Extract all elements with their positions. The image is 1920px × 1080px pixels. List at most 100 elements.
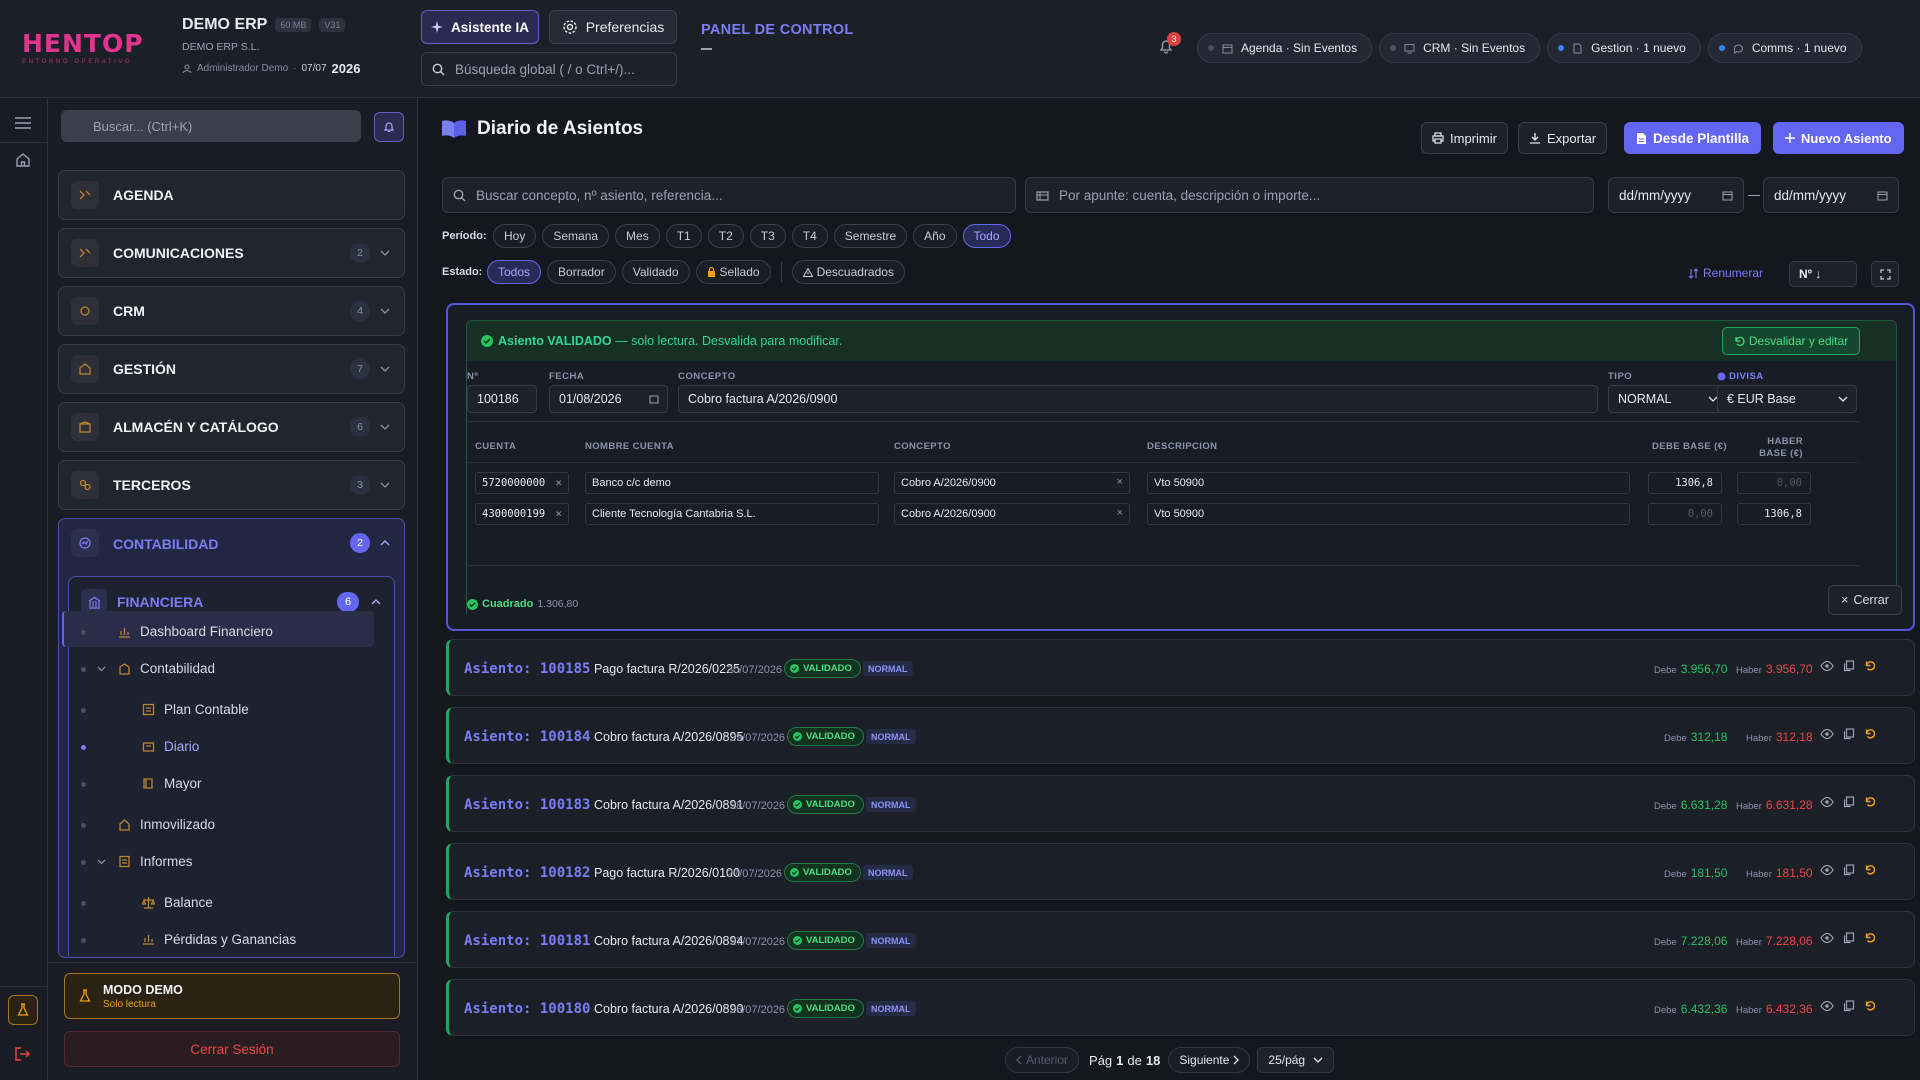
clear-icon[interactable]: ×	[555, 476, 562, 489]
fullscreen-button[interactable]	[1871, 261, 1899, 287]
menu-icon[interactable]	[15, 117, 31, 129]
entry-type-select[interactable]: NORMAL	[1608, 385, 1727, 413]
new-entry-button[interactable]: Nuevo Asiento	[1773, 122, 1904, 154]
undo-icon[interactable]	[1864, 728, 1876, 740]
sidebar-item-agenda[interactable]: AGENDA	[58, 170, 405, 220]
clear-icon[interactable]: ×	[1117, 507, 1123, 519]
ai-assistant-button[interactable]: Asistente IA	[421, 10, 539, 44]
period-chip[interactable]: T4	[791, 224, 828, 248]
clear-icon[interactable]: ×	[555, 507, 562, 520]
tree-item-dashboard-financiero[interactable]: Dashboard Financiero	[81, 624, 381, 639]
sort-select[interactable]: Nº ↓	[1789, 261, 1857, 287]
tree-item-inmovilizado[interactable]: Inmovilizado	[81, 817, 381, 832]
home-icon[interactable]	[15, 152, 31, 168]
date-from-input[interactable]: dd/mm/yyyy	[1608, 177, 1744, 213]
account-name-field[interactable]: Cliente Tecnología Cantabria S.L.	[585, 503, 879, 525]
state-chip-active[interactable]: Todos	[487, 260, 542, 284]
sidebar-item-terceros[interactable]: TERCEROS 3	[58, 460, 405, 510]
eye-icon[interactable]	[1820, 1000, 1834, 1012]
demo-mode-icon[interactable]	[8, 995, 38, 1025]
entry-concept-field[interactable]: Cobro factura A/2026/0900	[678, 385, 1598, 413]
line-concept-field[interactable]: Cobro A/2026/0900 ×	[894, 472, 1130, 494]
undo-icon[interactable]	[1864, 796, 1876, 808]
chip-comms[interactable]: Comms · 1 nuevo	[1707, 33, 1862, 63]
sidebar-search-input[interactable]: Buscar... (Ctrl+K)	[61, 110, 361, 142]
credit-field[interactable]: 1306,8	[1737, 503, 1811, 525]
tree-item-mayor[interactable]: Mayor	[81, 776, 381, 791]
sidebar-item-gestion[interactable]: GESTIÓN 7	[58, 344, 405, 394]
apunte-search-input[interactable]: Por apunte: cuenta, descripción o import…	[1025, 177, 1594, 213]
period-chip-active[interactable]: Todo	[962, 224, 1011, 248]
sidebar-item-crm[interactable]: CRM 4	[58, 286, 405, 336]
state-chip[interactable]: Validado	[621, 260, 690, 284]
chip-gestion[interactable]: Gestion · 1 nuevo	[1547, 33, 1701, 63]
global-search-input[interactable]: Búsqueda global ( / o Ctrl+/)...	[421, 52, 677, 86]
account-field[interactable]: 4300000199 ×	[475, 503, 569, 525]
chip-agenda[interactable]: Agenda · Sin Eventos	[1197, 33, 1373, 63]
panel-title[interactable]: PANEL DE CONTROL	[701, 22, 854, 38]
sidebar-bell-button[interactable]	[374, 112, 404, 142]
period-chip[interactable]: T2	[707, 224, 744, 248]
copy-icon[interactable]	[1843, 864, 1855, 876]
state-chip-descuadrados[interactable]: Descuadrados	[791, 260, 905, 284]
copy-icon[interactable]	[1843, 1000, 1855, 1012]
from-template-button[interactable]: Desde Plantilla	[1624, 122, 1762, 154]
eye-icon[interactable]	[1820, 660, 1834, 672]
undo-icon[interactable]	[1864, 864, 1876, 876]
close-button[interactable]: × Cerrar	[1828, 585, 1902, 615]
entry-number-field[interactable]: 100186	[467, 385, 537, 413]
eye-icon[interactable]	[1820, 932, 1834, 944]
clear-icon[interactable]: ×	[1117, 476, 1123, 488]
debit-field[interactable]: 1306,8	[1648, 472, 1722, 494]
period-chip[interactable]: Hoy	[493, 224, 537, 248]
period-chip[interactable]: Semana	[542, 224, 610, 248]
copy-icon[interactable]	[1843, 660, 1855, 672]
line-description-field[interactable]: Vto 50900	[1147, 472, 1630, 494]
line-description-field[interactable]: Vto 50900	[1147, 503, 1630, 525]
date-to-input[interactable]: dd/mm/yyyy	[1763, 177, 1899, 213]
print-button[interactable]: Imprimir	[1421, 122, 1508, 154]
copy-icon[interactable]	[1843, 932, 1855, 944]
logo[interactable]: HENTOP ENTORNO OPERATIVO	[22, 30, 144, 66]
logout-button[interactable]: Cerrar Sesión	[64, 1031, 400, 1067]
period-chip[interactable]: Semestre	[833, 224, 908, 248]
search-input[interactable]: Buscar concepto, nº asiento, referencia.…	[442, 177, 1016, 213]
tree-item-diario[interactable]: Diario	[81, 739, 381, 754]
renumber-button[interactable]: Renumerar	[1688, 266, 1763, 280]
prev-page-button[interactable]: Anterior	[1005, 1047, 1080, 1073]
copy-icon[interactable]	[1843, 728, 1855, 740]
logout-icon[interactable]	[14, 1046, 31, 1062]
account-field[interactable]: 5720000000 ×	[475, 472, 569, 494]
eye-icon[interactable]	[1820, 796, 1834, 808]
entry-row[interactable]: Asiento: 100181 Cobro factura A/2026/089…	[446, 911, 1915, 968]
tree-item-informes[interactable]: Informes	[81, 854, 381, 869]
entry-row[interactable]: Asiento: 100182 Pago factura R/2026/0100…	[446, 843, 1915, 900]
state-chip[interactable]: Borrador	[547, 260, 616, 284]
eye-icon[interactable]	[1820, 864, 1834, 876]
credit-field[interactable]: 0,00	[1737, 472, 1811, 494]
next-page-button[interactable]: Siguiente	[1168, 1047, 1251, 1073]
entry-row[interactable]: Asiento: 100185 Pago factura R/2026/0225…	[446, 639, 1915, 696]
preferences-button[interactable]: Preferencias	[549, 10, 677, 44]
period-chip[interactable]: T1	[665, 224, 702, 248]
entry-row[interactable]: Asiento: 100184 Cobro factura A/2026/089…	[446, 707, 1915, 764]
eye-icon[interactable]	[1820, 728, 1834, 740]
period-chip[interactable]: Año	[913, 224, 957, 248]
period-chip[interactable]: T3	[749, 224, 786, 248]
entry-row[interactable]: Asiento: 100180 Cobro factura A/2026/089…	[446, 979, 1915, 1036]
state-chip-sellado[interactable]: Sellado	[695, 260, 771, 284]
copy-icon[interactable]	[1843, 796, 1855, 808]
currency-select[interactable]: € EUR Base	[1717, 385, 1857, 413]
line-concept-field[interactable]: Cobro A/2026/0900 ×	[894, 503, 1130, 525]
sidebar-item-almacen[interactable]: ALMACÉN Y CATÁLOGO 6	[58, 402, 405, 452]
entry-row[interactable]: Asiento: 100183 Cobro factura A/2026/089…	[446, 775, 1915, 832]
account-name-field[interactable]: Banco c/c demo	[585, 472, 879, 494]
chip-crm[interactable]: CRM · Sin Eventos	[1379, 33, 1541, 63]
export-button[interactable]: Exportar	[1518, 122, 1608, 154]
entry-date-field[interactable]: 01/08/2026	[549, 385, 668, 413]
unvalidate-button[interactable]: Desvalidar y editar	[1722, 327, 1860, 355]
per-page-select[interactable]: 25/pág	[1257, 1047, 1335, 1073]
undo-icon[interactable]	[1864, 1000, 1876, 1012]
tree-item-perdidas-ganancias[interactable]: Pérdidas y Ganancias	[81, 932, 381, 948]
tree-item-balance[interactable]: Balance	[81, 895, 381, 910]
